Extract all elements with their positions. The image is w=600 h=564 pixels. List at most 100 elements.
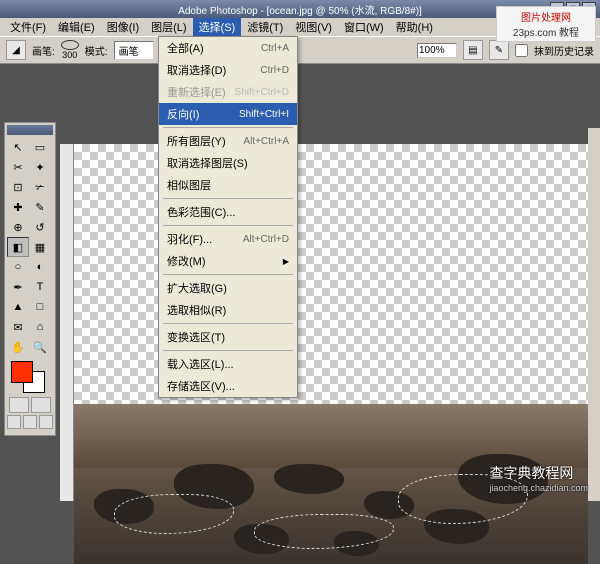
- tool-brush[interactable]: ✎: [29, 197, 51, 217]
- menu-edit[interactable]: 编辑(E): [52, 17, 101, 37]
- menu-item[interactable]: 存储选区(V)...: [159, 375, 297, 397]
- tool-pen[interactable]: ✒: [7, 277, 29, 297]
- tool-shape[interactable]: □: [29, 297, 51, 317]
- menu-item[interactable]: 选取相似(R): [159, 299, 297, 321]
- menu-view[interactable]: 视图(V): [289, 17, 338, 37]
- tool-healing[interactable]: ✚: [7, 197, 29, 217]
- scrollbar-vertical[interactable]: [588, 128, 600, 501]
- tool-history-brush[interactable]: ↺: [29, 217, 51, 237]
- menu-image[interactable]: 图像(I): [101, 17, 145, 37]
- tool-eraser[interactable]: ◧: [7, 237, 29, 257]
- tool-marquee[interactable]: ▭: [29, 137, 51, 157]
- menu-item[interactable]: 反向(I)Shift+Ctrl+I: [159, 103, 297, 125]
- menu-item[interactable]: 全部(A) Ctrl+A: [159, 37, 297, 59]
- menu-separator: [163, 225, 293, 226]
- menu-filter[interactable]: 滤镜(T): [241, 17, 289, 37]
- menu-item[interactable]: 色彩范围(C)...: [159, 201, 297, 223]
- ruler-vertical: [60, 144, 74, 501]
- menu-select[interactable]: 选择(S): [193, 17, 242, 37]
- menu-item[interactable]: 变换选区(T): [159, 326, 297, 348]
- watermark-bottom-sub: jiaocheng.chazidian.com: [489, 483, 588, 493]
- tool-wand[interactable]: ✦: [29, 157, 51, 177]
- menu-item-label: 相似图层: [167, 177, 211, 193]
- menu-item-shortcut: Shift+Ctrl+D: [235, 87, 289, 98]
- menu-help[interactable]: 帮助(H): [390, 17, 439, 37]
- tool-lasso[interactable]: ✂: [7, 157, 29, 177]
- history-checkbox[interactable]: [515, 44, 528, 57]
- menu-separator: [163, 198, 293, 199]
- standard-mode-button[interactable]: [9, 397, 29, 413]
- toolbox-titlebar[interactable]: [7, 125, 53, 135]
- tool-move[interactable]: ↖: [7, 137, 29, 157]
- brush-size-picker[interactable]: 300: [61, 40, 79, 60]
- history-label: 抹到历史记录: [534, 43, 594, 58]
- menu-item: 重新选择(E)Shift+Ctrl+D: [159, 81, 297, 103]
- canvas[interactable]: [74, 144, 588, 501]
- menu-item-label: 取消选择(D): [167, 62, 226, 78]
- color-swatches: [7, 361, 53, 395]
- screen-mode-2[interactable]: [23, 415, 37, 429]
- menu-item-label: 变换选区(T): [167, 329, 225, 345]
- menu-item-shortcut: Ctrl+D: [260, 65, 289, 76]
- menu-layer[interactable]: 图层(L): [145, 17, 192, 37]
- tool-blur[interactable]: ○: [7, 257, 29, 277]
- menu-item[interactable]: 所有图层(Y) Alt+Ctrl+A: [159, 130, 297, 152]
- menu-window[interactable]: 窗口(W): [338, 17, 390, 37]
- menu-file[interactable]: 文件(F): [4, 17, 52, 37]
- menu-item[interactable]: 修改(M) ▶: [159, 250, 297, 272]
- menu-separator: [163, 274, 293, 275]
- menu-item-label: 选取相似(R): [167, 302, 226, 318]
- menu-item[interactable]: 载入选区(L)...: [159, 353, 297, 375]
- menu-item[interactable]: 扩大选取(G): [159, 277, 297, 299]
- tool-zoom[interactable]: 🔍: [29, 337, 51, 357]
- menu-separator: [163, 127, 293, 128]
- select-menu-dropdown: 全部(A) Ctrl+A 取消选择(D) Ctrl+D 重新选择(E)Shift+Ctr…: [158, 36, 298, 398]
- menu-separator: [163, 323, 293, 324]
- menu-item-label: 取消选择图层(S): [167, 155, 248, 171]
- menu-item[interactable]: 羽化(F)... Alt+Ctrl+D: [159, 228, 297, 250]
- tool-dodge[interactable]: ◐: [29, 257, 51, 277]
- brush-label: 画笔:: [32, 43, 55, 58]
- screen-mode-1[interactable]: [7, 415, 21, 429]
- tool-eyedropper[interactable]: ⌂: [29, 317, 51, 337]
- menu-item[interactable]: 取消选择(D) Ctrl+D: [159, 59, 297, 81]
- menu-item-shortcut: Alt+Ctrl+A: [243, 136, 289, 147]
- quick-mask-button[interactable]: [31, 397, 51, 413]
- screen-mode-3[interactable]: [39, 415, 53, 429]
- menu-separator: [163, 350, 293, 351]
- quick-mask-row: [7, 397, 53, 413]
- watermark-top-line2: 23ps.com 教程: [499, 24, 593, 39]
- menu-item-shortcut: Ctrl+A: [261, 43, 289, 54]
- menu-item-label: 羽化(F)...: [167, 231, 212, 247]
- foreground-color[interactable]: [11, 361, 33, 383]
- menu-item-label: 所有图层(Y): [167, 133, 226, 149]
- tool-type[interactable]: T: [29, 277, 51, 297]
- mode-select[interactable]: 画笔: [114, 41, 154, 60]
- menu-item[interactable]: 相似图层: [159, 174, 297, 196]
- tool-crop[interactable]: ⊡: [7, 177, 29, 197]
- window-title: Adobe Photoshop - [ocean.jpg @ 50% (水流, …: [178, 2, 422, 17]
- tool-notes[interactable]: ✉: [7, 317, 29, 337]
- screen-mode-row: [7, 415, 53, 433]
- tool-path-select[interactable]: ▲: [7, 297, 29, 317]
- transparent-area: [74, 144, 588, 404]
- watermark-top-line1: 图片处理网: [499, 9, 593, 24]
- zoom-input[interactable]: [417, 43, 457, 58]
- mode-label: 模式:: [85, 43, 108, 58]
- toolbox: ↖ ▭ ✂ ✦ ⊡ ✃ ✚ ✎ ⊕ ↺ ◧ ▦ ○ ◐ ✒ T ▲ □ ✉ ⌂ …: [4, 122, 56, 436]
- menu-item[interactable]: 取消选择图层(S): [159, 152, 297, 174]
- menu-item-label: 修改(M): [167, 253, 206, 269]
- opt-icon-2[interactable]: ✎: [489, 40, 509, 60]
- submenu-arrow-icon: ▶: [283, 257, 289, 266]
- menu-item-label: 全部(A): [167, 40, 204, 56]
- tool-gradient[interactable]: ▦: [29, 237, 51, 257]
- tool-slice[interactable]: ✃: [29, 177, 51, 197]
- menu-item-shortcut: Alt+Ctrl+D: [243, 234, 289, 245]
- menu-item-label: 存储选区(V)...: [167, 378, 235, 394]
- tool-stamp[interactable]: ⊕: [7, 217, 29, 237]
- opt-icon-1[interactable]: ▤: [463, 40, 483, 60]
- tool-hand[interactable]: ✋: [7, 337, 29, 357]
- tool-preset-icon[interactable]: ◢: [6, 40, 26, 60]
- menu-item-shortcut: Shift+Ctrl+I: [239, 109, 289, 120]
- workspace: [0, 64, 600, 501]
